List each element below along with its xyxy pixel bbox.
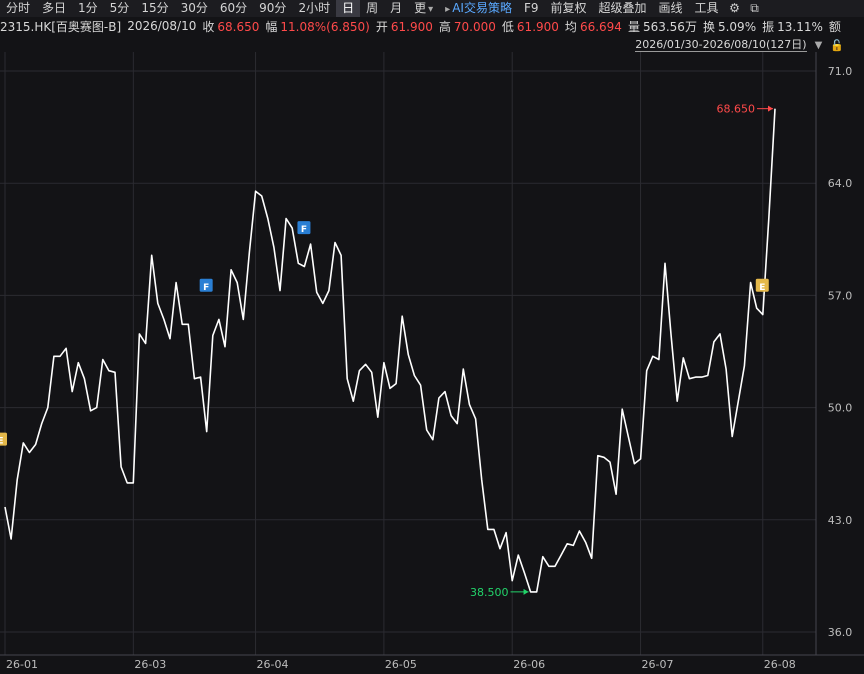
y-tick-label: 64.0 [828,177,853,190]
x-tick-label: 26-07 [642,658,674,671]
date-range[interactable]: 2026/01/30-2026/08/10(127日) ▼ 🔓 [635,38,844,52]
event-marker-e[interactable]: E [0,432,7,447]
event-marker-f[interactable]: F [297,221,311,235]
x-tick-label: 26-05 [385,658,417,671]
event-marker-letter: E [0,437,4,447]
price-chart[interactable]: 71.0 64.0 57.0 50.0 43.0 36.0 26-01 26-03 26-04 2… [0,0,864,674]
low-annotation-label: 38.500 [470,586,509,599]
y-tick-label: 36.0 [828,626,853,639]
x-tick-label: 26-03 [134,658,166,671]
date-range-text[interactable]: 2026/01/30-2026/08/10(127日) [635,38,807,52]
event-marker-e[interactable]: E [755,278,769,293]
event-marker-f[interactable]: F [199,278,213,293]
x-tick-label: 26-08 [764,658,796,671]
x-tick-label: 26-04 [257,658,289,671]
x-tick-label: 26-01 [6,658,38,671]
dropdown-triangle-icon[interactable]: ▼ [815,40,823,51]
y-tick-label: 71.0 [828,65,853,78]
event-marker-letter: E [759,283,765,293]
x-tick-label: 26-06 [513,658,545,671]
event-marker-letter: F [203,283,209,293]
low-arrow-head [523,588,529,595]
high-arrow-head [768,105,773,112]
event-marker-letter: F [301,225,307,235]
lock-icon[interactable]: 🔓 [830,39,844,52]
y-tick-label: 43.0 [828,514,853,527]
y-tick-label: 57.0 [828,289,853,302]
high-annotation-label: 68.650 [717,103,756,116]
y-tick-label: 50.0 [828,402,853,415]
